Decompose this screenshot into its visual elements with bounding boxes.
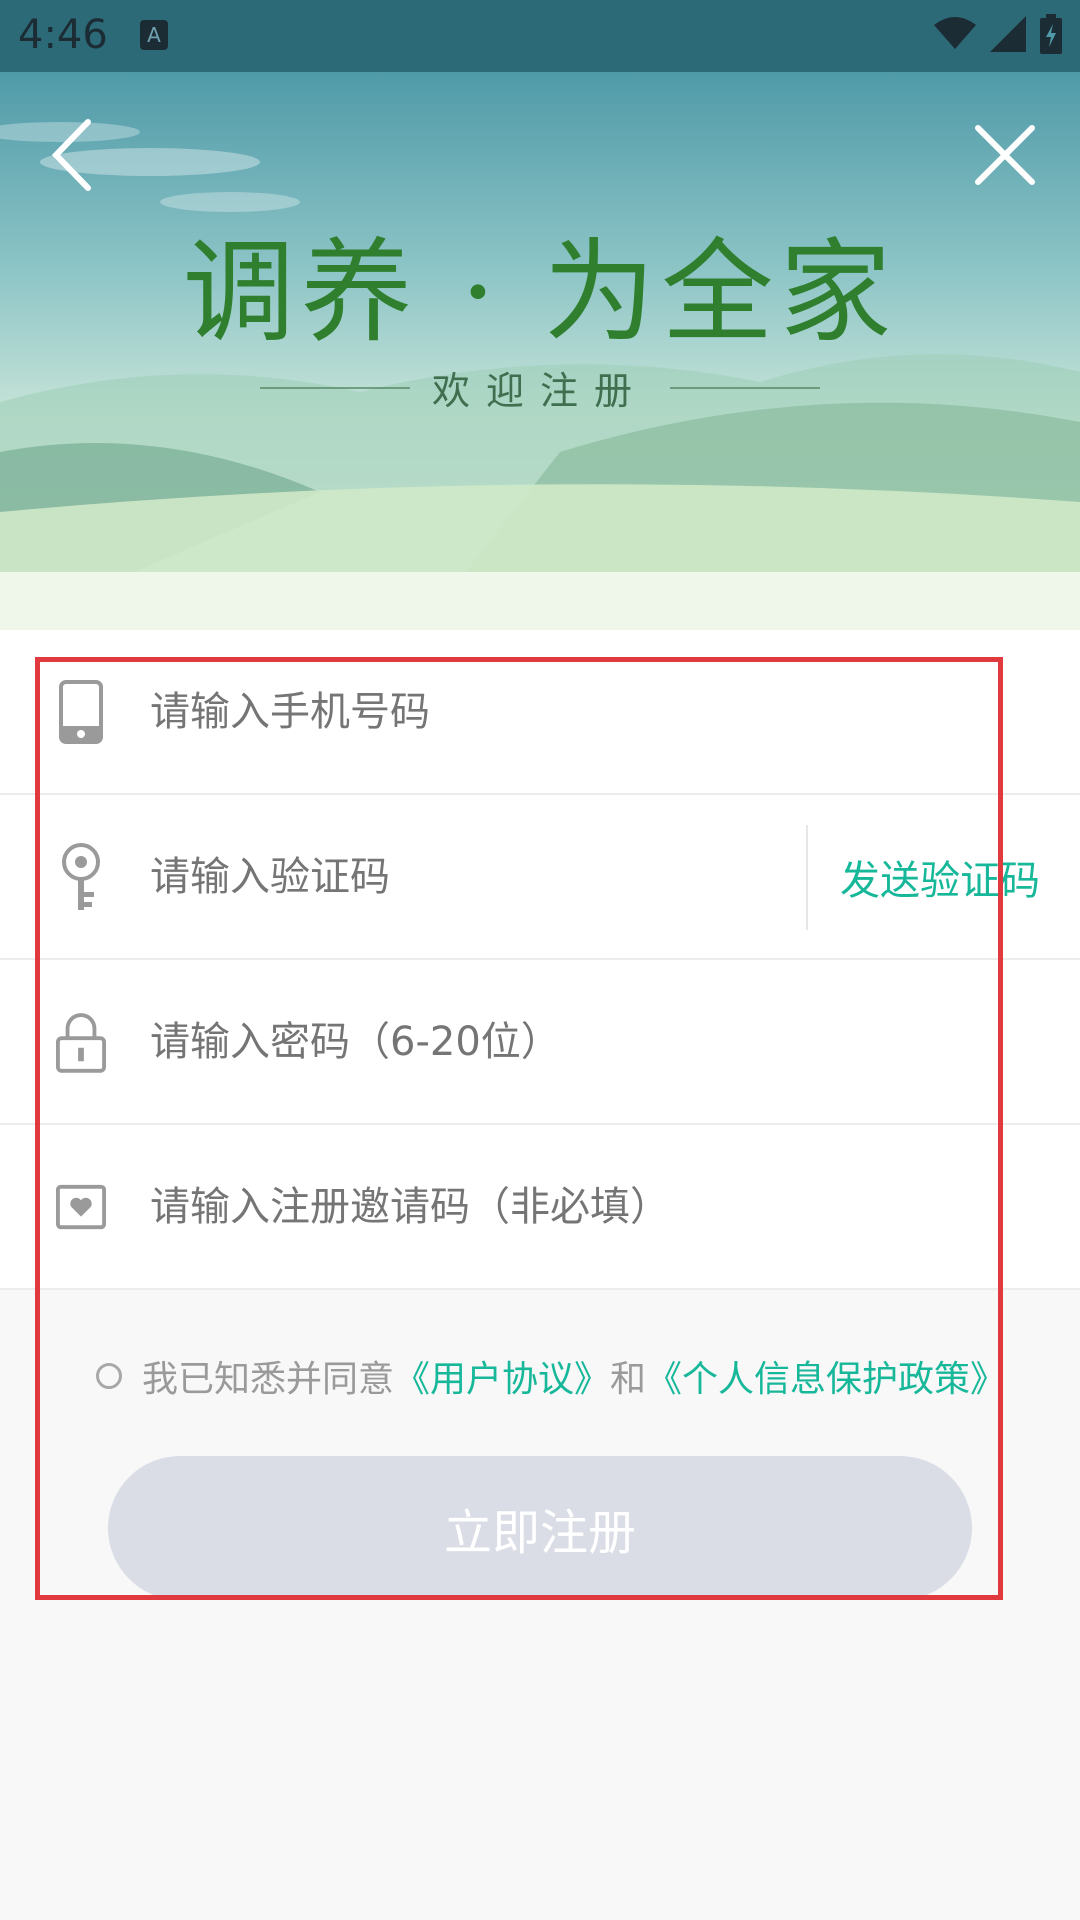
register-form: 发送验证码 [0, 630, 1080, 1290]
phone-row [0, 630, 1080, 795]
welcome-subtitle: 欢迎注册 [431, 369, 648, 413]
welcome-subtitle-row: 欢迎注册 [0, 360, 1080, 415]
ticket-icon [56, 1175, 106, 1239]
header-banner: 调养 · 为全家 欢迎注册 [0, 72, 1080, 630]
phone-input[interactable] [150, 688, 1040, 735]
user-agreement-link[interactable]: 《用户协议》 [394, 1350, 610, 1402]
invite-code-row [0, 1125, 1080, 1290]
agree-radio[interactable] [96, 1363, 122, 1389]
field-divider [806, 825, 808, 930]
verification-code-input[interactable] [150, 853, 780, 900]
system-icons [934, 14, 1062, 54]
register-button[interactable]: 立即注册 [108, 1456, 972, 1600]
signal-icon [990, 16, 1026, 52]
phone-icon [56, 679, 106, 744]
key-icon [56, 842, 106, 910]
password-row [0, 960, 1080, 1125]
status-time: 4:46 [18, 12, 108, 58]
verification-code-row: 发送验证码 [0, 795, 1080, 960]
battery-icon [1040, 14, 1062, 54]
slogan: 调养 · 为全家 [182, 228, 898, 358]
send-code-button[interactable]: 发送验证码 [840, 848, 1040, 906]
agreement-prefix: 我已知悉并同意 [142, 1359, 395, 1400]
password-input[interactable] [150, 1018, 1040, 1065]
close-icon[interactable] [960, 110, 1050, 200]
a-icon: A [140, 20, 168, 50]
chevron-left-icon[interactable] [30, 110, 120, 200]
lock-icon [56, 1010, 106, 1074]
divider-line [670, 386, 820, 389]
invite-code-input[interactable] [150, 1183, 1040, 1230]
status-bar: 4:46 A [0, 0, 1080, 72]
privacy-policy-link[interactable]: 《个人信息保护政策》 [646, 1350, 1006, 1402]
divider-line [259, 386, 410, 389]
agreement-conjunction: 和 [610, 1359, 647, 1400]
wifi-icon [934, 17, 976, 49]
agreement-row: 我已知悉并同意 《用户协议》 和 《个人信息保护政策》 [96, 1350, 1006, 1402]
